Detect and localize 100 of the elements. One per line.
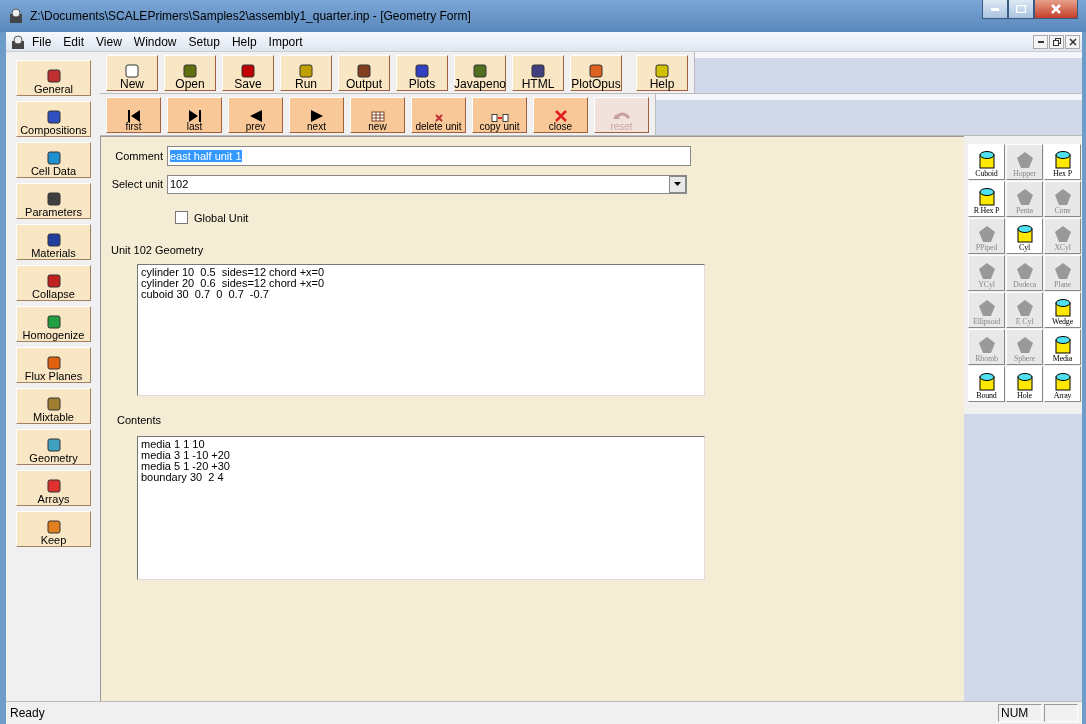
status-pane xyxy=(1044,704,1078,722)
minimize-icon xyxy=(1037,40,1044,43)
navigation-button[interactable]: delete unit xyxy=(411,96,466,133)
sidebar-button[interactable]: Compositions xyxy=(16,101,91,137)
menu-item[interactable]: Edit xyxy=(57,34,91,49)
module-icon xyxy=(45,233,62,247)
app-icon xyxy=(10,34,26,49)
shape-button[interactable]: Media xyxy=(1044,329,1081,365)
close-button[interactable] xyxy=(1034,0,1078,19)
navigation-button[interactable]: last xyxy=(167,96,222,133)
field-label: Comment xyxy=(114,150,163,162)
module-icon xyxy=(45,274,62,288)
text-line: boundary 30 2 4 xyxy=(141,472,224,483)
sidebar-button[interactable]: Geometry xyxy=(16,429,91,465)
minimize-button[interactable] xyxy=(982,0,1008,19)
navigation-button[interactable]: close xyxy=(533,96,588,133)
shape-button[interactable]: Hole xyxy=(1006,366,1043,402)
text-line: cylinder 20 0.6 sides=12 chord +x=0 xyxy=(141,278,325,289)
shape-button[interactable]: Hex P xyxy=(1044,144,1081,180)
toolbar-button[interactable]: Open xyxy=(164,54,216,91)
navigation-button[interactable]: new xyxy=(350,96,405,133)
close-button[interactable] xyxy=(1065,34,1080,49)
toolbar-button[interactable]: PlotOpus xyxy=(570,54,622,91)
module-icon xyxy=(45,315,62,329)
toolbar-button[interactable]: Help xyxy=(636,54,688,91)
field-value: east half unit 1 xyxy=(170,150,242,162)
sidebar-button[interactable]: General xyxy=(16,60,91,96)
navigation-button[interactable]: next xyxy=(289,96,344,133)
table-icon xyxy=(370,109,385,122)
toolbar-button[interactable]: Save xyxy=(222,54,274,91)
sidebar-button[interactable]: Homogenize xyxy=(16,306,91,342)
sidebar-button[interactable]: Mixtable xyxy=(16,388,91,424)
cylinder-icon xyxy=(1052,370,1073,392)
cylinder-icon xyxy=(1014,370,1035,392)
maximize-button[interactable] xyxy=(1008,0,1034,19)
cylinder-icon xyxy=(976,370,997,392)
sidebar-button[interactable]: Keep xyxy=(16,511,91,547)
toolbar-button[interactable]: Run xyxy=(280,54,332,91)
app-icon xyxy=(8,8,24,24)
toolbar-button[interactable]: Javapeno xyxy=(454,54,506,91)
text-line: cylinder 10 0.5 sides=12 chord +x=0 xyxy=(141,267,325,278)
text-line: media 5 1 -20 +30 xyxy=(141,461,230,472)
shape-button[interactable]: Cyl xyxy=(1006,218,1043,254)
sidebar-button[interactable]: Collapse xyxy=(16,265,91,301)
cylinder-icon xyxy=(1052,333,1073,355)
shape-button[interactable]: Cuboid xyxy=(968,144,1005,180)
toolbar-button[interactable]: New xyxy=(106,54,158,91)
tool-icon xyxy=(588,63,604,78)
triangle-left-icon xyxy=(248,109,263,122)
module-icon xyxy=(45,397,62,411)
status-indicator: NUM xyxy=(998,704,1042,722)
sidebar-button[interactable]: Parameters xyxy=(16,183,91,219)
checkbox[interactable] xyxy=(175,211,188,224)
tool-icon xyxy=(240,63,256,78)
toolbar-button[interactable]: Output xyxy=(338,54,390,91)
navigation-button[interactable]: prev xyxy=(228,96,283,133)
menu-item[interactable]: Import xyxy=(262,34,309,49)
maximize-icon xyxy=(1016,5,1026,13)
skip-last-icon xyxy=(187,109,202,122)
checkbox-label: Global Unit xyxy=(194,211,249,224)
menu-item[interactable]: Setup xyxy=(182,34,226,49)
tool-icon xyxy=(298,63,314,78)
unit-dropdown[interactable]: 102 xyxy=(167,174,687,194)
toolbar-button[interactable]: Plots xyxy=(396,54,448,91)
close-icon xyxy=(1051,4,1061,14)
cylinder-icon xyxy=(1052,296,1073,318)
geometry-text-area[interactable]: cylinder 10 0.5 sides=12 chord +x=0 cylinder 20 0.6 sides=12 chord +x=0 cuboid 30 0.7 0 0.7 -0.7 xyxy=(137,264,705,396)
tool-icon xyxy=(182,63,198,78)
tool-icon xyxy=(654,63,670,78)
navigation-button[interactable]: copy unit xyxy=(472,96,527,133)
shape-button[interactable]: Bound xyxy=(968,366,1005,402)
module-icon xyxy=(45,520,62,534)
contents-text-area[interactable]: media 1 1 10 media 3 1 -10 +20 media 5 1 -20 +30 boundary 30 2 4 xyxy=(137,436,705,580)
sidebar-button[interactable]: Cell Data xyxy=(16,142,91,178)
navigation-button[interactable]: first xyxy=(106,96,161,133)
close-icon xyxy=(1068,37,1077,46)
tool-icon xyxy=(414,63,430,78)
restore-button[interactable] xyxy=(1049,34,1064,49)
shape-button[interactable]: R Hex P xyxy=(968,181,1005,217)
tool-icon xyxy=(530,63,546,78)
shape-button[interactable]: Wedge xyxy=(1044,292,1081,328)
menu-item[interactable]: File xyxy=(26,34,58,49)
cylinder-icon xyxy=(976,148,997,170)
minimize-icon xyxy=(991,7,999,11)
menu-item[interactable]: Help xyxy=(225,34,263,49)
sidebar-button[interactable]: Arrays xyxy=(16,470,91,506)
sidebar-button[interactable]: Flux Planes xyxy=(16,347,91,383)
toolbar-button[interactable]: HTML xyxy=(512,54,564,91)
shape-button[interactable]: Array xyxy=(1044,366,1081,402)
module-icon xyxy=(45,110,62,124)
copy-icon xyxy=(490,113,509,122)
minimize-button[interactable] xyxy=(1033,34,1048,49)
module-icon xyxy=(45,438,62,452)
window-title: Z:\Documents\SCALEPrimers\Samples2\assembly1_quarter.inp - [Geometry Form] xyxy=(30,9,472,23)
text-line: media 1 1 10 xyxy=(141,439,205,450)
sidebar-button[interactable]: Materials xyxy=(16,224,91,260)
field-label: Select unit xyxy=(111,178,163,190)
menu-item[interactable]: Window xyxy=(127,34,183,49)
dropdown-value: 102 xyxy=(170,178,189,190)
menu-item[interactable]: View xyxy=(90,34,128,49)
